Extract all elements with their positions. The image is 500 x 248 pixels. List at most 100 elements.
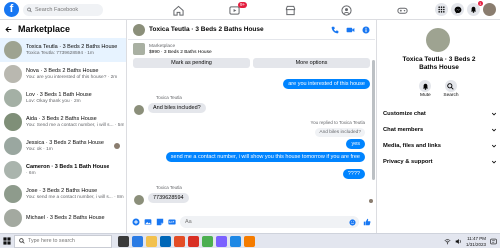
conversation-name: Cameron · 3 Beds 1 Bath House <box>26 164 110 170</box>
contact-avatar[interactable] <box>426 28 450 52</box>
conversation-name: Lov · 3 Beds 1 Bath House <box>26 92 92 98</box>
notifications-button[interactable]: 1 <box>467 1 483 16</box>
chat-title[interactable]: Toxica Teutla · 3 Beds 2 Baths House <box>149 26 264 33</box>
outgoing-message[interactable]: yes <box>346 139 365 149</box>
search-icon <box>444 80 457 92</box>
conversation-item[interactable]: Nova · 3 Beds 2 Baths House You: are you … <box>0 62 126 86</box>
messenger-icon <box>454 6 461 14</box>
video-call-icon[interactable] <box>346 26 355 34</box>
quoted-message[interactable]: And biles included? <box>315 128 365 137</box>
facebook-logo-icon[interactable]: f <box>4 2 19 17</box>
main-nav: 9+ <box>150 0 430 20</box>
outgoing-message[interactable]: ???? <box>342 169 365 179</box>
info-icon[interactable] <box>362 26 370 34</box>
sender-avatar[interactable] <box>134 105 144 115</box>
search-input[interactable] <box>35 6 103 13</box>
media-app-icon[interactable] <box>188 235 199 247</box>
conversation-name: Toxica Teutla · 3 Beds 2 Baths House <box>26 44 118 50</box>
windows-logo-icon <box>3 237 11 245</box>
listing-actions: Mark as pending More options <box>133 58 370 68</box>
bell-icon <box>470 6 477 13</box>
teams-icon[interactable] <box>216 235 227 247</box>
chevron-down-icon <box>491 144 497 148</box>
watch-badge: 9+ <box>238 2 248 8</box>
outgoing-message[interactable]: are you interested of this house <box>283 79 370 89</box>
conversation-item[interactable]: Lov · 3 Beds 1 Bath House Lov: Okay thank… <box>0 86 126 110</box>
store-icon[interactable] <box>160 235 171 247</box>
task-view-icon[interactable] <box>118 235 129 247</box>
conversation-item[interactable]: Cameron · 3 Beds 1 Bath House · 6m <box>0 158 126 182</box>
search-label: Search <box>443 93 459 98</box>
home-nav-button[interactable] <box>150 0 206 20</box>
conversation-avatar <box>4 89 22 107</box>
clock[interactable]: 11:47 PM 1/31/2023 <box>466 236 486 247</box>
message-input-box[interactable] <box>180 216 359 228</box>
conversation-item[interactable]: Jose · 3 Beds 2 Baths House You: send me … <box>0 182 126 206</box>
incoming-message[interactable]: And biles included? <box>148 103 206 113</box>
mark-as-pending-button[interactable]: Mark as pending <box>133 58 250 68</box>
more-options-button[interactable]: More options <box>253 58 370 68</box>
gaming-nav-button[interactable] <box>374 0 430 20</box>
profile-avatar[interactable] <box>483 3 496 16</box>
incoming-message[interactable]: 7739628594 <box>148 193 189 203</box>
conversation-snippet: You: ok · 1m <box>26 147 53 152</box>
listing-thumbnail[interactable] <box>133 43 145 55</box>
listing-price[interactable]: $990 · 3 Beds 2 Baths House <box>149 50 212 55</box>
sender-avatar[interactable] <box>134 195 144 205</box>
conversation-item[interactable]: Aida · 3 Beds 2 Baths House You: Send me … <box>0 110 126 134</box>
conversation-name: Michael · 3 Beds 2 Baths House <box>26 214 105 221</box>
notification-center-icon[interactable] <box>490 238 497 245</box>
gif-icon[interactable] <box>168 218 176 226</box>
search-in-conversation-button[interactable]: Search <box>443 80 459 98</box>
emoji-icon[interactable] <box>349 218 356 226</box>
media-files-links-section[interactable]: Media, files and links <box>383 143 497 149</box>
file-explorer-icon[interactable] <box>146 235 157 247</box>
message-thread: are you interested of this house Toxica … <box>128 77 375 211</box>
mute-button[interactable]: Mute <box>419 80 432 98</box>
groups-nav-button[interactable] <box>318 0 374 20</box>
office-icon[interactable] <box>174 235 185 247</box>
back-arrow-icon[interactable] <box>5 26 12 33</box>
conversation-name: Aida · 3 Beds 2 Baths House <box>26 116 97 122</box>
system-tray: 11:47 PM 1/31/2023 <box>444 234 497 248</box>
taskbar-search-input[interactable] <box>28 238 108 244</box>
edge-browser-icon[interactable] <box>132 235 143 247</box>
add-circle-icon[interactable] <box>132 218 140 226</box>
chrome-browser-icon[interactable] <box>202 235 213 247</box>
customize-chat-section[interactable]: Customize chat <box>383 111 497 117</box>
marketplace-nav-button[interactable] <box>262 0 318 20</box>
home-icon <box>172 5 184 16</box>
conversation-snippet: You: send me a contact number, i will s.… <box>26 195 124 200</box>
phone-icon[interactable] <box>331 26 339 34</box>
chat-scrollbar[interactable] <box>372 60 375 180</box>
outlook-icon[interactable] <box>230 235 241 247</box>
volume-icon[interactable] <box>455 238 462 245</box>
like-icon[interactable] <box>363 218 371 226</box>
message-input[interactable] <box>185 219 359 225</box>
chat-avatar[interactable] <box>133 23 145 36</box>
privacy-support-section[interactable]: Privacy & support <box>383 159 497 165</box>
conversation-text: Nova · 3 Beds 2 Baths House You: are you … <box>26 68 117 80</box>
conversation-item[interactable]: Michael · 3 Beds 2 Baths House <box>0 206 126 230</box>
conversation-item[interactable]: Jessica · 3 Beds 2 Baths House You: ok · … <box>0 134 126 158</box>
conversation-text: Michael · 3 Beds 2 Baths House <box>26 215 105 222</box>
facebook-search-box[interactable] <box>23 3 103 16</box>
messenger-button[interactable] <box>451 3 464 16</box>
conversation-text: Jessica · 3 Beds 2 Baths House You: ok · … <box>26 140 104 152</box>
start-button[interactable] <box>0 234 14 248</box>
taskbar-search-box[interactable] <box>14 234 112 248</box>
sticker-icon[interactable] <box>156 218 164 226</box>
menu-button[interactable] <box>435 3 448 16</box>
app-icon[interactable] <box>244 235 255 247</box>
conversation-snippet: · 6m <box>26 171 36 176</box>
reply-note: You replied to Toxica Teutla <box>310 120 365 125</box>
conversation-snippet: Lov: Okay thank you · 2m <box>26 99 81 104</box>
watch-nav-button[interactable]: 9+ <box>206 0 262 20</box>
conversation-text: Jose · 3 Beds 2 Baths House You: send me … <box>26 188 124 200</box>
chevron-down-icon <box>491 128 497 132</box>
image-icon[interactable] <box>144 218 152 226</box>
conversation-item[interactable]: Toxica Teutla · 3 Beds 2 Baths House Toxi… <box>0 38 126 62</box>
outgoing-message[interactable]: send me a contact number, i will show yo… <box>165 152 365 162</box>
network-icon[interactable] <box>444 238 451 245</box>
chat-members-section[interactable]: Chat members <box>383 127 497 133</box>
